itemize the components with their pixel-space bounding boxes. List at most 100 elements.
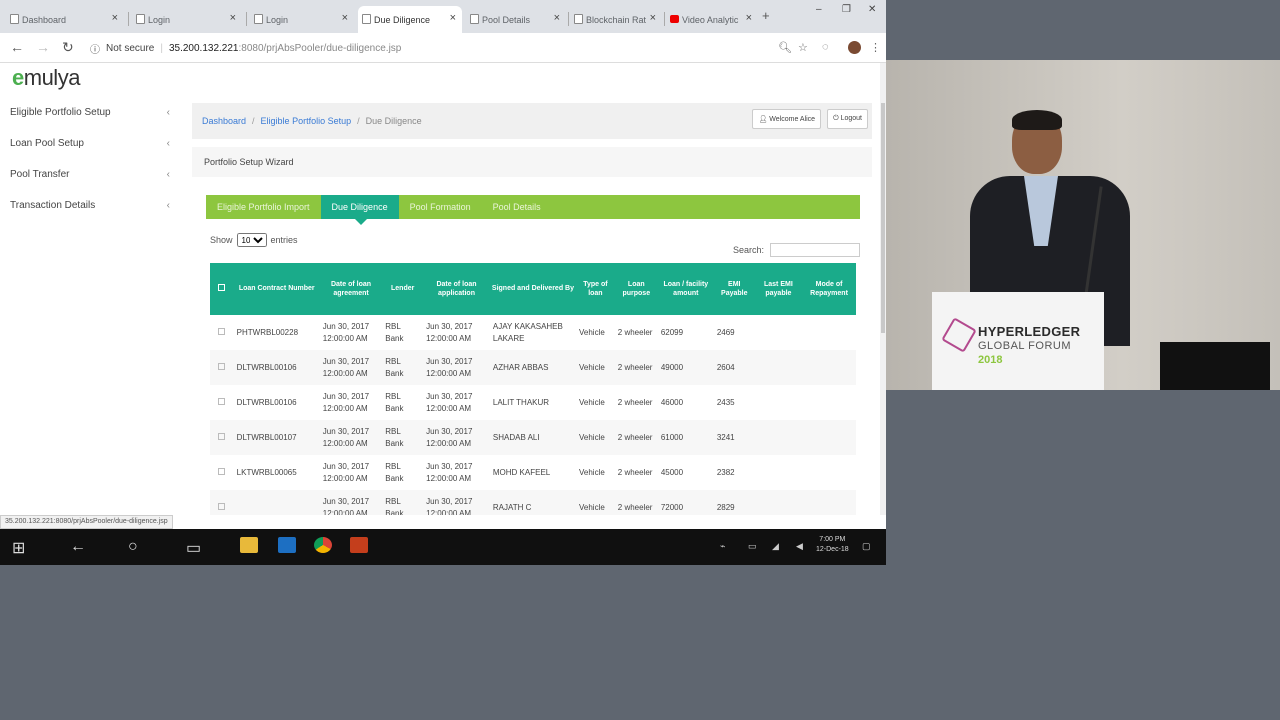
podium-year: 2018	[978, 354, 1003, 366]
row-checkbox[interactable]	[218, 362, 226, 370]
table-row[interactable]: DLTWRBL00106 Jun 30, 2017 12:00:00 AM RB…	[210, 385, 856, 420]
page-icon	[470, 14, 479, 24]
col-type-of-loan[interactable]: Type of loan	[576, 263, 615, 315]
entries-select[interactable]: 10	[236, 233, 267, 247]
profile-avatar[interactable]	[848, 41, 861, 54]
notifications-icon[interactable]: ▢	[862, 541, 871, 552]
back-arrow-icon[interactable]: ←	[70, 538, 86, 556]
powerpoint-icon[interactable]	[350, 537, 368, 553]
close-icon[interactable]: ×	[746, 12, 752, 24]
breadcrumb-current: Due Diligence	[365, 116, 422, 126]
tab-due-diligence[interactable]: Due Diligence ×	[358, 6, 462, 33]
col-loan-contract-number[interactable]: Loan Contract Number	[233, 263, 320, 315]
url-host: 35.200.132.221	[168, 42, 239, 54]
welcome-button[interactable]: 👤︎ Welcome Alice	[752, 109, 822, 129]
breadcrumb-eligible-portfolio-setup[interactable]: Eligible Portfolio Setup	[261, 116, 352, 126]
windows-start-icon[interactable]: ⊞	[12, 538, 25, 558]
sidebar-item-eligible-portfolio-setup[interactable]: Eligible Portfolio Setup ‹	[0, 97, 182, 128]
search-input[interactable]	[770, 243, 860, 257]
new-tab-button[interactable]: +	[762, 8, 770, 23]
breadcrumb-dashboard[interactable]: Dashboard	[202, 116, 246, 126]
taskbar-clock[interactable]: 7:00 PM 12-Dec-18	[816, 535, 849, 555]
wizard-tab-eligible-portfolio-import[interactable]: Eligible Portfolio Import	[206, 195, 321, 219]
row-checkbox[interactable]	[218, 397, 226, 405]
col-loan-purpose[interactable]: Loan purpose	[614, 263, 658, 315]
close-icon[interactable]: ×	[650, 12, 656, 24]
close-icon[interactable]: ×	[112, 12, 118, 24]
close-icon[interactable]: ×	[342, 12, 348, 24]
window-close-icon[interactable]: ✕	[868, 4, 876, 15]
table-row[interactable]: Jun 30, 2017 12:00:00 AM RBL Bank Jun 30…	[210, 490, 856, 515]
emulya-logo[interactable]: emulya	[12, 65, 80, 91]
url-path: :8080/prjAbsPooler/due-diligence.jsp	[238, 42, 402, 54]
col-date-of-loan-agreement[interactable]: Date of loan agreement	[319, 263, 383, 315]
scrollbar-thumb[interactable]	[881, 103, 885, 333]
table-row[interactable]: PHTWRBL00228 Jun 30, 2017 12:00:00 AM RB…	[210, 315, 856, 350]
sidebar-item-loan-pool-setup[interactable]: Loan Pool Setup ‹	[0, 128, 182, 159]
wifi-icon[interactable]: ◢	[772, 541, 779, 552]
row-checkbox[interactable]	[218, 467, 226, 475]
url-omnibox[interactable]: ⓘ Not secure | 35.200.132.221 :8080/prjA…	[90, 38, 790, 58]
col-signed-and-delivered-by[interactable]: Signed and Delivered By	[489, 263, 577, 315]
col-loan-facility-amount[interactable]: Loan / facility amount	[657, 263, 714, 315]
row-checkbox[interactable]	[218, 327, 226, 335]
forward-icon[interactable]: →	[36, 39, 50, 55]
volume-icon[interactable]: ◀	[796, 541, 803, 552]
tab-blockchain[interactable]: Blockchain Rat ×	[570, 6, 662, 33]
back-icon[interactable]: ←	[10, 39, 24, 55]
logout-button[interactable]: ⏻ Logout	[827, 109, 868, 129]
col-emi-payable[interactable]: EMI Payable	[713, 263, 755, 315]
tab-pool-details[interactable]: Pool Details ×	[466, 6, 566, 33]
tab-login-1[interactable]: Login ×	[132, 6, 242, 33]
sidebar-item-pool-transfer[interactable]: Pool Transfer ‹	[0, 159, 182, 190]
col-mode-of-repayment[interactable]: Mode of Repayment	[802, 263, 856, 315]
page-icon	[254, 14, 263, 24]
minimize-icon[interactable]: –	[816, 4, 822, 15]
task-view-icon[interactable]: ▭	[186, 538, 201, 558]
chevron-left-icon: ‹	[166, 138, 170, 149]
maximize-icon[interactable]: ❐	[842, 4, 851, 15]
table-row[interactable]: LKTWRBL00065 Jun 30, 2017 12:00:00 AM RB…	[210, 455, 856, 490]
sidebar-item-transaction-details[interactable]: Transaction Details ‹	[0, 190, 182, 221]
chair	[1160, 342, 1270, 390]
tab-login-2[interactable]: Login ×	[250, 6, 354, 33]
network-icon[interactable]: ⌁	[720, 541, 725, 552]
hyperledger-logo	[941, 317, 977, 353]
due-diligence-table: Loan Contract Number Date of loan agreem…	[210, 263, 856, 515]
file-explorer-icon[interactable]	[240, 537, 258, 553]
extension-icon[interactable]: ◌	[822, 41, 829, 53]
select-all-checkbox[interactable]	[218, 283, 226, 291]
col-last-emi-payable[interactable]: Last EMI payable	[754, 263, 803, 315]
conference-stage: HYPERLEDGER GLOBAL FORUM 2018	[886, 60, 1280, 390]
row-checkbox[interactable]	[218, 502, 226, 510]
battery-icon[interactable]: ▭	[748, 541, 757, 552]
table-row[interactable]: DLTWRBL00107 Jun 30, 2017 12:00:00 AM RB…	[210, 420, 856, 455]
row-checkbox[interactable]	[218, 432, 226, 440]
web-page: emulya Eligible Portfolio Setup ‹ Loan Po…	[0, 63, 880, 515]
tab-dashboard[interactable]: Dashboard ×	[6, 6, 124, 33]
windows-taskbar: ⊞ ← ○ ▭ ⌁ ▭ ◢ ◀ 7:00 PM 12-Dec-18 ▢	[0, 529, 886, 565]
chevron-left-icon: ‹	[166, 107, 170, 118]
page-icon	[136, 14, 145, 24]
close-icon[interactable]: ×	[450, 12, 456, 24]
podium: HYPERLEDGER GLOBAL FORUM 2018	[932, 292, 1104, 390]
reload-icon[interactable]: ↻	[62, 39, 74, 56]
info-icon[interactable]: ⓘ	[90, 41, 100, 56]
chrome-icon[interactable]	[314, 537, 332, 553]
menu-icon[interactable]: ⋮	[870, 41, 881, 54]
close-icon[interactable]: ×	[554, 12, 560, 24]
wizard-tab-pool-details[interactable]: Pool Details	[482, 195, 552, 219]
wizard-tab-due-diligence[interactable]: Due Diligence	[320, 195, 399, 225]
col-date-of-loan-application[interactable]: Date of loan application	[423, 263, 490, 315]
youtube-icon	[670, 15, 679, 23]
page-icon	[10, 14, 19, 24]
close-icon[interactable]: ×	[230, 12, 236, 24]
tab-video-analytics[interactable]: Video Analytic ×	[666, 6, 758, 33]
col-lender[interactable]: Lender	[382, 263, 424, 315]
star-icon[interactable]: ☆	[798, 41, 808, 54]
zoom-icon[interactable]: 🔍︎	[778, 41, 792, 54]
table-row[interactable]: DLTWRBL00106 Jun 30, 2017 12:00:00 AM RB…	[210, 350, 856, 385]
wizard-tab-pool-formation[interactable]: Pool Formation	[399, 195, 482, 219]
cortana-icon[interactable]: ○	[128, 538, 138, 556]
outlook-icon[interactable]	[278, 537, 296, 553]
